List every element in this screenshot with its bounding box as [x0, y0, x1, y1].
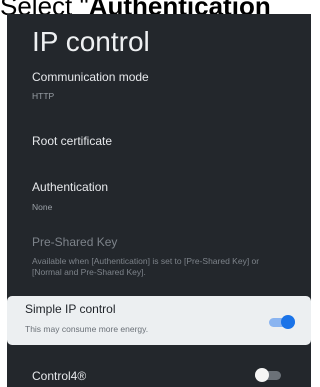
settings-panel: IP control Communication mode HTTP Root …: [7, 14, 311, 387]
control4-toggle[interactable]: [255, 368, 281, 382]
setting-label: Simple IP control: [25, 302, 116, 316]
setting-label: Root certificate: [32, 134, 113, 148]
setting-value: HTTP: [32, 91, 55, 101]
simple-ip-control-toggle[interactable]: [269, 315, 295, 329]
setting-label: Communication mode: [32, 70, 149, 84]
toggle-knob: [281, 315, 295, 329]
setting-simple-ip-control[interactable]: Simple IP control This may consume more …: [7, 296, 311, 345]
page-title: IP control: [32, 26, 150, 57]
setting-value: None: [32, 202, 53, 212]
setting-label: Control4®: [32, 369, 87, 383]
toggle-knob: [255, 368, 269, 382]
setting-label: Authentication: [32, 180, 109, 194]
setting-description: Available when [Authentication] is set t…: [32, 256, 260, 277]
setting-description: This may consume more energy.: [25, 324, 149, 334]
setting-label: Pre-Shared Key: [32, 235, 118, 249]
